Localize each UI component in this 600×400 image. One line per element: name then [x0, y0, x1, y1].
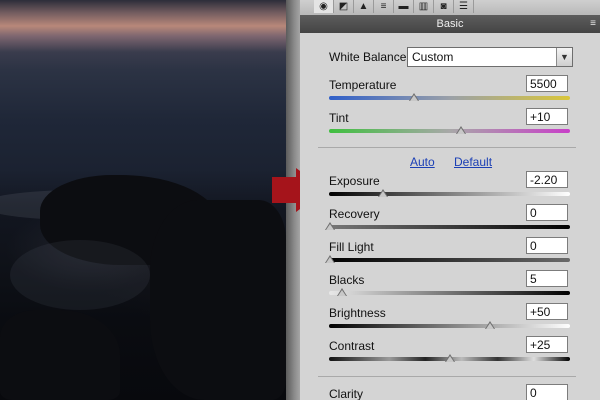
- basic-panel: ◉ ◩ ▲ ≡ ▬ ▥ ◙ ☰ Basic ≡ White Balance: C…: [300, 0, 600, 400]
- basic-tab-icon[interactable]: ◉: [314, 0, 334, 13]
- blacks-slider-thumb[interactable]: [337, 288, 347, 296]
- temperature-field[interactable]: 5500: [526, 75, 568, 92]
- section-divider: [318, 147, 576, 148]
- clarity-field[interactable]: 0: [526, 384, 568, 400]
- temperature-slider[interactable]: [329, 96, 570, 100]
- contrast-slider-thumb[interactable]: [445, 354, 455, 362]
- camera-tab-icon[interactable]: ◙: [434, 0, 454, 13]
- brightness-field[interactable]: +50: [526, 303, 568, 320]
- blacks-label: Blacks: [329, 273, 365, 287]
- rock: [150, 200, 286, 400]
- white-balance-select[interactable]: Custom ▼: [407, 47, 573, 67]
- clarity-label: Clarity: [329, 387, 364, 400]
- temperature-slider-thumb[interactable]: [409, 93, 419, 101]
- recovery-slider-thumb[interactable]: [325, 222, 335, 230]
- recovery-label: Recovery: [329, 207, 380, 221]
- panel-tab-bar: ◉ ◩ ▲ ≡ ▬ ▥ ◙ ☰: [300, 0, 600, 16]
- tint-field[interactable]: +10: [526, 108, 568, 125]
- section-divider: [318, 376, 576, 377]
- fill-light-label: Fill Light: [329, 240, 374, 254]
- detail-tab-icon[interactable]: ▲: [354, 0, 374, 13]
- exposure-label: Exposure: [329, 174, 380, 188]
- blacks-field[interactable]: 5: [526, 270, 568, 287]
- rock: [0, 310, 120, 400]
- tone-curve-tab-icon[interactable]: ◩: [334, 0, 354, 13]
- blacks-slider[interactable]: [329, 291, 570, 295]
- brightness-slider[interactable]: [329, 324, 570, 328]
- panel-menu-icon[interactable]: ≡: [590, 15, 596, 33]
- panel-title: Basic: [300, 15, 600, 33]
- hsl-tab-icon[interactable]: ≡: [374, 0, 394, 13]
- contrast-label: Contrast: [329, 339, 375, 353]
- fill-light-field[interactable]: 0: [526, 237, 568, 254]
- chevron-down-icon[interactable]: ▼: [556, 48, 572, 66]
- exposure-slider[interactable]: [329, 192, 570, 196]
- exposure-slider-thumb[interactable]: [378, 189, 388, 197]
- recovery-field[interactable]: 0: [526, 204, 568, 221]
- presets-tab-icon[interactable]: ☰: [454, 0, 474, 13]
- wave-foam: [10, 240, 150, 310]
- fill-light-slider[interactable]: [329, 258, 570, 262]
- default-link[interactable]: Default: [454, 155, 492, 169]
- brightness-label: Brightness: [329, 306, 386, 320]
- brightness-slider-thumb[interactable]: [485, 321, 495, 329]
- contrast-field[interactable]: +25: [526, 336, 568, 353]
- tint-label: Tint: [329, 111, 349, 125]
- white-balance-label: White Balance:: [329, 50, 410, 64]
- auto-link[interactable]: Auto: [410, 155, 435, 169]
- split-tone-tab-icon[interactable]: ▬: [394, 0, 414, 13]
- temperature-label: Temperature: [329, 78, 397, 92]
- lens-tab-icon[interactable]: ▥: [414, 0, 434, 13]
- exposure-field[interactable]: -2.20: [526, 171, 568, 188]
- white-balance-value: Custom: [412, 50, 454, 64]
- photo-preview: [0, 0, 286, 400]
- fill-light-slider-thumb[interactable]: [325, 255, 335, 263]
- recovery-slider[interactable]: [329, 225, 570, 229]
- tint-slider-thumb[interactable]: [456, 126, 466, 134]
- tint-slider[interactable]: [329, 129, 570, 133]
